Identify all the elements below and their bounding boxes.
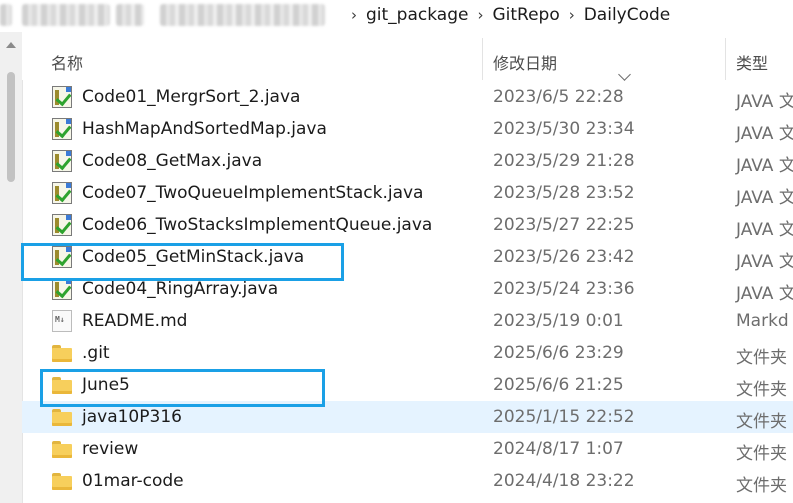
file-type: Markd (736, 311, 789, 331)
file-row[interactable]: Code05_GetMinStack.java 2023/5/26 23:42 … (22, 241, 793, 273)
folder-name: java10P316 (82, 407, 182, 427)
file-date: 2025/6/6 23:29 (493, 343, 624, 363)
file-type: 文件夹 (736, 444, 787, 464)
file-type: JAVA 文 (736, 156, 793, 176)
file-date: 2023/5/27 22:25 (493, 215, 635, 235)
folder-name: .git (82, 343, 110, 363)
file-date: 2023/5/30 23:34 (493, 119, 635, 139)
file-date: 2023/5/28 23:52 (493, 183, 635, 203)
folder-row[interactable]: 01mar-code 2024/4/18 23:22 文件夹 (22, 465, 793, 497)
folder-icon (52, 473, 72, 490)
nav-pane-scrollbar[interactable] (0, 32, 23, 503)
file-date: 2024/8/17 1:07 (493, 439, 624, 459)
breadcrumb: › git_package › GitRepo › DailyCode (342, 5, 670, 25)
file-row[interactable]: Code01_MergrSort_2.java 2023/6/5 22:28 J… (22, 81, 793, 113)
file-date: 2023/5/29 21:28 (493, 151, 635, 171)
folder-icon (52, 441, 72, 458)
column-divider[interactable] (725, 38, 726, 80)
blurred-path-segment (0, 4, 12, 26)
file-date: 2025/6/6 21:25 (493, 375, 624, 395)
breadcrumb-item-dailycode[interactable]: DailyCode (584, 5, 671, 25)
breadcrumb-item-gitrepo[interactable]: GitRepo (492, 5, 559, 25)
folder-row[interactable]: review 2024/8/17 1:07 文件夹 (22, 433, 793, 465)
file-row[interactable]: Code08_GetMax.java 2023/5/29 21:28 JAVA … (22, 145, 793, 177)
file-type: JAVA 文 (736, 284, 793, 304)
file-list: Code01_MergrSort_2.java 2023/6/5 22:28 J… (22, 81, 793, 497)
file-name: Code05_GetMinStack.java (82, 247, 305, 267)
column-header-date[interactable]: 修改日期 (493, 50, 557, 74)
folder-row[interactable]: June5 2025/6/6 21:25 文件夹 (22, 369, 793, 401)
file-name: Code07_TwoQueueImplementStack.java (82, 183, 424, 203)
file-type: JAVA 文 (736, 188, 793, 208)
file-row[interactable]: Code07_TwoQueueImplementStack.java 2023/… (22, 177, 793, 209)
java-file-icon (52, 278, 72, 300)
folder-name: review (82, 439, 139, 459)
file-date: 2024/4/18 23:22 (493, 471, 635, 491)
file-name: Code08_GetMax.java (82, 151, 263, 171)
file-date: 2023/5/26 23:42 (493, 247, 635, 267)
file-row[interactable]: Code06_TwoStacksImplementQueue.java 2023… (22, 209, 793, 241)
file-type: JAVA 文 (736, 124, 793, 144)
file-date: 2023/6/5 22:28 (493, 87, 624, 107)
file-type: 文件夹 (736, 412, 787, 432)
file-type: JAVA 文 (736, 252, 793, 272)
scroll-up-arrow-icon[interactable] (6, 42, 16, 48)
file-type: JAVA 文 (736, 92, 793, 112)
java-file-icon (52, 182, 72, 204)
breadcrumb-separator-icon: › (351, 6, 357, 24)
file-type: JAVA 文 (736, 220, 793, 240)
markdown-file-icon: M↓ (52, 310, 72, 332)
address-bar[interactable]: › git_package › GitRepo › DailyCode (0, 0, 793, 32)
java-file-icon (52, 150, 72, 172)
folder-row-hovered[interactable]: java10P316 2025/1/15 22:52 文件夹 (22, 401, 793, 433)
file-type: 文件夹 (736, 476, 787, 496)
file-name: Code01_MergrSort_2.java (82, 87, 301, 107)
column-header-name[interactable]: 名称 (51, 50, 83, 74)
file-name: HashMapAndSortedMap.java (82, 119, 327, 139)
file-row[interactable]: Code04_RingArray.java 2023/5/24 23:36 JA… (22, 273, 793, 305)
java-file-icon (52, 214, 72, 236)
file-date: 2025/1/15 22:52 (493, 407, 635, 427)
file-name: Code04_RingArray.java (82, 279, 279, 299)
folder-name: 01mar-code (82, 471, 184, 491)
scrollbar-thumb[interactable] (7, 72, 15, 182)
column-divider[interactable] (482, 38, 483, 80)
breadcrumb-separator-icon: › (477, 6, 484, 24)
folder-name: June5 (82, 375, 130, 395)
java-file-icon (52, 118, 72, 140)
folder-icon (52, 377, 72, 394)
file-date: 2023/5/24 23:36 (493, 279, 635, 299)
breadcrumb-item-git-package[interactable]: git_package (366, 5, 468, 25)
blurred-path-segment (160, 4, 325, 26)
file-type: 文件夹 (736, 380, 787, 400)
java-file-icon (52, 246, 72, 268)
file-type: 文件夹 (736, 348, 787, 368)
folder-icon (52, 345, 72, 362)
column-header-type[interactable]: 类型 (736, 50, 768, 74)
column-header: 名称 修改日期 类型 (22, 32, 793, 81)
file-date: 2023/5/19 0:01 (493, 311, 624, 331)
folder-icon (52, 409, 72, 426)
sort-chevron-down-icon (618, 68, 631, 81)
folder-row[interactable]: .git 2025/6/6 23:29 文件夹 (22, 337, 793, 369)
java-file-icon (52, 86, 72, 108)
blurred-path-segment (116, 4, 144, 26)
file-row[interactable]: M↓ README.md 2023/5/19 0:01 Markd (22, 305, 793, 337)
breadcrumb-separator-icon: › (568, 6, 575, 24)
file-row[interactable]: HashMapAndSortedMap.java 2023/5/30 23:34… (22, 113, 793, 145)
file-name: Code06_TwoStacksImplementQueue.java (82, 215, 433, 235)
blurred-path-segment (22, 4, 110, 26)
markdown-glyph: M↓ (55, 315, 65, 324)
file-name: README.md (82, 311, 188, 331)
